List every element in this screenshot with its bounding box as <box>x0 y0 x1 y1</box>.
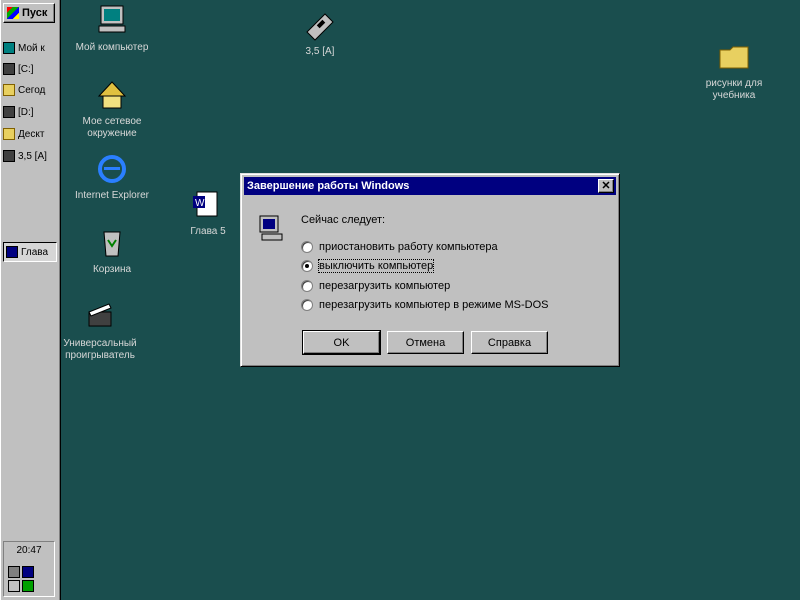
taskbar-item-floppy[interactable]: 3,5 [A] <box>3 146 57 166</box>
shutdown-dialog: Завершение работы Windows ✕ Сейчас следу… <box>240 173 620 367</box>
floppy-drive-icon <box>306 13 334 41</box>
taskbar-item-label: Дескт <box>18 128 45 140</box>
option-label: приостановить работу компьютера <box>319 241 498 253</box>
computer-icon <box>259 215 283 241</box>
option-restart-msdos[interactable]: перезагрузить компьютер в режиме MS-DOS <box>301 299 549 311</box>
drive-icon <box>3 63 15 75</box>
taskbar-item-drive-c[interactable]: [C:] <box>3 59 57 79</box>
window-icon <box>3 42 15 54</box>
svg-text:W: W <box>195 198 205 209</box>
desktop-icon-textbook-pictures[interactable]: рисунки для учебника <box>684 40 784 102</box>
folder-icon <box>719 46 749 69</box>
taskbar-task-chapter[interactable]: Глава <box>3 242 57 262</box>
desktop-icon-recycle-bin[interactable]: Корзина <box>64 226 160 276</box>
taskbar-task-label: Глава <box>21 246 49 258</box>
internet-explorer-icon <box>98 155 126 183</box>
volume-icon[interactable] <box>8 566 20 578</box>
desktop-icon-my-computer[interactable]: Мой компьютер <box>64 4 160 54</box>
close-button[interactable]: ✕ <box>598 179 614 193</box>
close-icon: ✕ <box>601 179 611 192</box>
radio-restart[interactable] <box>301 280 313 292</box>
desktop-icon-label: рисунки для учебника <box>705 78 763 101</box>
desktop-icon-label: Internet Explorer <box>75 190 149 201</box>
desktop-icon-floppy[interactable]: 3,5 [A] <box>272 8 368 58</box>
dialog-prompt: Сейчас следует: <box>301 214 386 226</box>
taskbar-item-label: 3,5 [A] <box>18 150 47 162</box>
desktop-icon-media-player[interactable]: Универсальный проигрыватель <box>52 300 148 362</box>
radio-standby[interactable] <box>301 241 313 253</box>
recycle-bin-icon <box>103 231 121 257</box>
folder-icon <box>3 128 15 140</box>
desktop-icon-label: Глава 5 <box>190 226 226 237</box>
ok-button[interactable]: OK <box>302 330 381 355</box>
my-computer-icon <box>98 5 126 33</box>
network-icon <box>97 81 127 109</box>
scheduler-icon[interactable] <box>22 580 34 592</box>
desktop-icon-label: Универсальный проигрыватель <box>63 338 137 361</box>
option-label: выключить компьютер <box>317 259 435 273</box>
taskbar-item-label: [C:] <box>18 63 34 75</box>
taskbar-item-drive-d[interactable]: [D:] <box>3 102 57 122</box>
taskbar-item-label: Мой к <box>18 42 45 54</box>
word-document-icon: W <box>193 191 218 217</box>
floppy-icon <box>3 150 15 162</box>
desktop-icon-label: Мой компьютер <box>75 42 149 53</box>
windows-logo-icon <box>7 7 19 19</box>
radio-shutdown[interactable] <box>301 260 313 272</box>
language-icon[interactable] <box>22 566 34 578</box>
dialog-title: Завершение работы Windows <box>247 180 410 192</box>
desktop-icon-label: 3,5 [A] <box>305 46 335 57</box>
desktop-icon-chapter-5[interactable]: W Глава 5 <box>172 188 244 238</box>
folder-icon <box>3 84 15 96</box>
media-player-icon <box>88 303 112 327</box>
clock[interactable]: 20:47 <box>4 545 54 556</box>
option-restart[interactable]: перезагрузить компьютер <box>301 280 450 292</box>
taskbar-item-label: [D:] <box>18 106 34 118</box>
option-shutdown[interactable]: выключить компьютер <box>301 259 435 273</box>
cancel-button[interactable]: Отмена <box>387 331 464 354</box>
network-tray-icon[interactable] <box>8 580 20 592</box>
option-label: перезагрузить компьютер <box>319 280 451 292</box>
help-button[interactable]: Справка <box>471 331 548 354</box>
option-standby[interactable]: приостановить работу компьютера <box>301 241 498 253</box>
word-document-icon <box>6 246 18 258</box>
desktop-icon-internet-explorer[interactable]: Internet Explorer <box>64 152 160 202</box>
desktop-icon-label: Корзина <box>92 264 132 275</box>
drive-icon <box>3 106 15 118</box>
taskbar-item-my-computer[interactable]: Мой к <box>3 38 57 58</box>
dialog-titlebar[interactable]: Завершение работы Windows ✕ <box>244 177 616 195</box>
option-label: перезагрузить компьютер в режиме MS-DOS <box>319 299 549 311</box>
system-tray: 20:47 <box>3 541 55 597</box>
desktop-icon-label: Мое сетевое окружение <box>82 116 142 139</box>
radio-restart-msdos[interactable] <box>301 299 313 311</box>
desktop-icon-network[interactable]: Мое сетевое окружение <box>64 78 160 140</box>
taskbar-item-label: Сегод <box>18 84 46 96</box>
start-label: Пуск <box>22 7 48 19</box>
taskbar-item-desktop[interactable]: Дескт <box>3 124 57 144</box>
taskbar-item-today[interactable]: Сегод <box>3 80 57 100</box>
start-button[interactable]: Пуск <box>3 3 55 23</box>
